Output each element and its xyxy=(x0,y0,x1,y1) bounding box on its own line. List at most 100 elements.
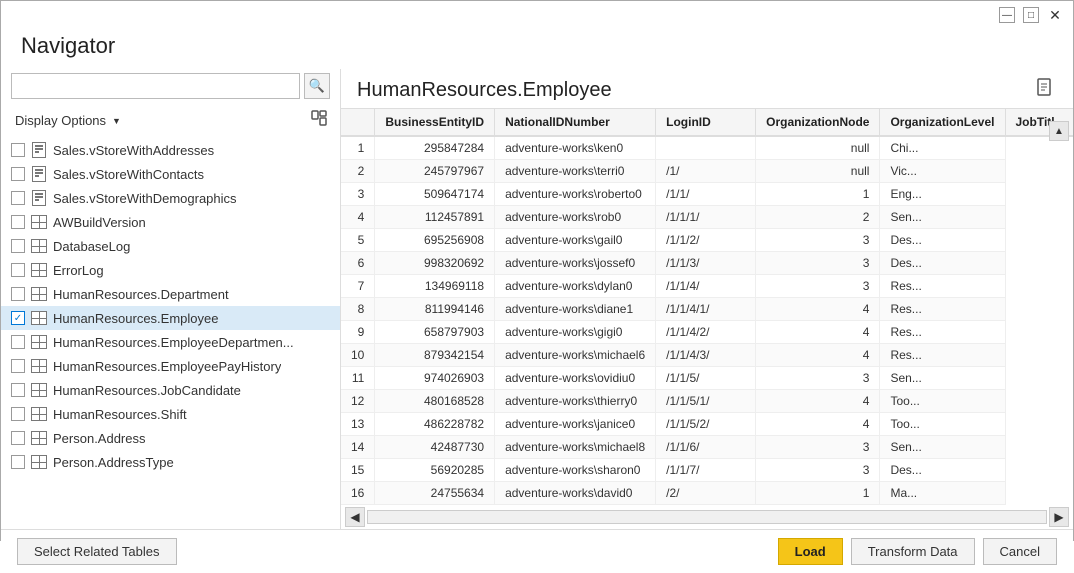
table-row: 4112457891adventure-works\rob0/1/1/1/2Se… xyxy=(341,206,1073,229)
table-cell: 4 xyxy=(756,344,880,367)
minimize-button[interactable]: — xyxy=(999,7,1015,23)
bottom-right: Load Transform Data Cancel xyxy=(778,538,1057,565)
nav-item-label: Sales.vStoreWithContacts xyxy=(53,167,204,182)
scroll-right-button[interactable]: ▶ xyxy=(1049,507,1069,527)
table-icon xyxy=(29,238,49,254)
nav-checkbox[interactable] xyxy=(11,455,25,469)
table-icon xyxy=(29,286,49,302)
table-row: 9658797903adventure-works\gigi0/1/1/4/2/… xyxy=(341,321,1073,344)
table-cell: adventure-works\ovidiu0 xyxy=(495,367,656,390)
display-options-button[interactable]: Display Options ▼ xyxy=(11,111,125,130)
table-cell: /1/1/4/ xyxy=(656,275,756,298)
table-cell: 9 xyxy=(341,321,375,344)
nav-checkbox[interactable] xyxy=(11,143,25,157)
select-related-button[interactable]: Select Related Tables xyxy=(17,538,177,565)
load-button[interactable]: Load xyxy=(778,538,843,565)
table-row: 7134969118adventure-works\dylan0/1/1/4/3… xyxy=(341,275,1073,298)
table-cell: 42487730 xyxy=(375,436,495,459)
nav-checkbox[interactable]: ✓ xyxy=(11,311,25,325)
nav-item-label: HumanResources.EmployeeDepartmen... xyxy=(53,335,294,350)
nav-item[interactable]: HumanResources.JobCandidate xyxy=(1,378,340,402)
scroll-track xyxy=(367,510,1047,524)
nav-checkbox[interactable] xyxy=(11,215,25,229)
table-cell: Too... xyxy=(880,413,1005,436)
nav-item[interactable]: ✓ HumanResources.Employee xyxy=(1,306,340,330)
table-cell: 3 xyxy=(756,275,880,298)
nav-item[interactable]: Person.AddressType xyxy=(1,450,340,474)
table-cell: 3 xyxy=(756,252,880,275)
table-cell: /1/1/4/3/ xyxy=(656,344,756,367)
nav-item-label: DatabaseLog xyxy=(53,239,130,254)
nav-item[interactable]: AWBuildVersion xyxy=(1,210,340,234)
table-cell: adventure-works\diane1 xyxy=(495,298,656,321)
table-cell: 1 xyxy=(341,136,375,160)
nav-checkbox[interactable] xyxy=(11,191,25,205)
table-cell: 7 xyxy=(341,275,375,298)
table-row: 2245797967adventure-works\terri0/1/nullV… xyxy=(341,160,1073,183)
table-cell: adventure-works\gail0 xyxy=(495,229,656,252)
table-cell xyxy=(656,136,756,160)
nav-item[interactable]: ErrorLog xyxy=(1,258,340,282)
scroll-left-button[interactable]: ◀ xyxy=(345,507,365,527)
table-cell: adventure-works\michael8 xyxy=(495,436,656,459)
bottom-left: Select Related Tables xyxy=(17,538,177,565)
table-cell: 14 xyxy=(341,436,375,459)
nav-checkbox[interactable] xyxy=(11,359,25,373)
nav-item[interactable]: HumanResources.Department xyxy=(1,282,340,306)
table-cell: 3 xyxy=(756,367,880,390)
search-button[interactable]: 🔍 xyxy=(304,73,330,99)
table-cell: Sen... xyxy=(880,367,1005,390)
table-row: 13486228782adventure-works\janice0/1/1/5… xyxy=(341,413,1073,436)
nav-item[interactable]: Sales.vStoreWithDemographics xyxy=(1,186,340,210)
table-row: 5695256908adventure-works\gail0/1/1/2/3D… xyxy=(341,229,1073,252)
nav-checkbox[interactable] xyxy=(11,431,25,445)
view-icon xyxy=(29,166,49,182)
table-cell: 811994146 xyxy=(375,298,495,321)
nav-item[interactable]: Sales.vStoreWithAddresses xyxy=(1,138,340,162)
table-cell: /1/1/7/ xyxy=(656,459,756,482)
nav-checkbox[interactable] xyxy=(11,407,25,421)
nav-item[interactable]: HumanResources.Shift xyxy=(1,402,340,426)
nav-item-label: Person.Address xyxy=(53,431,146,446)
table-cell: 5 xyxy=(341,229,375,252)
table-cell: 56920285 xyxy=(375,459,495,482)
nav-checkbox[interactable] xyxy=(11,335,25,349)
table-cell: /1/ xyxy=(656,160,756,183)
table-row: 1295847284adventure-works\ken0nullChi... xyxy=(341,136,1073,160)
display-options-row: Display Options ▼ xyxy=(1,103,340,138)
table-cell: /1/1/6/ xyxy=(656,436,756,459)
cancel-button[interactable]: Cancel xyxy=(983,538,1057,565)
table-cell: adventure-works\terri0 xyxy=(495,160,656,183)
nav-item[interactable]: HumanResources.EmployeePayHistory xyxy=(1,354,340,378)
table-container[interactable]: BusinessEntityIDNationalIDNumberLoginIDO… xyxy=(341,108,1073,505)
maximize-button[interactable]: □ xyxy=(1023,7,1039,23)
nav-checkbox[interactable] xyxy=(11,383,25,397)
table-cell: /1/1/4/1/ xyxy=(656,298,756,321)
table-cell: Des... xyxy=(880,229,1005,252)
nav-item[interactable]: HumanResources.EmployeeDepartmen... xyxy=(1,330,340,354)
nav-item[interactable]: Person.Address xyxy=(1,426,340,450)
table-cell: 4 xyxy=(341,206,375,229)
table-cell: adventure-works\gigi0 xyxy=(495,321,656,344)
refresh-button[interactable] xyxy=(308,107,330,134)
search-input[interactable] xyxy=(11,73,300,99)
table-cell: 112457891 xyxy=(375,206,495,229)
close-button[interactable]: ✕ xyxy=(1047,7,1063,23)
horizontal-scrollbar[interactable]: ◀ ▶ xyxy=(341,505,1073,529)
nav-item[interactable]: Sales.vStoreWithContacts xyxy=(1,162,340,186)
nav-checkbox[interactable] xyxy=(11,239,25,253)
nav-item[interactable]: DatabaseLog xyxy=(1,234,340,258)
bottom-bar: Select Related Tables Load Transform Dat… xyxy=(1,529,1073,573)
nav-item-label: HumanResources.Employee xyxy=(53,311,218,326)
table-row: 3509647174adventure-works\roberto0/1/1/1… xyxy=(341,183,1073,206)
nav-checkbox[interactable] xyxy=(11,287,25,301)
table-cell: /1/1/2/ xyxy=(656,229,756,252)
nav-checkbox[interactable] xyxy=(11,263,25,277)
table-cell: adventure-works\ken0 xyxy=(495,136,656,160)
table-cell: 295847284 xyxy=(375,136,495,160)
scroll-up-button[interactable]: ▲ xyxy=(1049,121,1069,141)
transform-data-button[interactable]: Transform Data xyxy=(851,538,975,565)
nav-checkbox[interactable] xyxy=(11,167,25,181)
nav-item-label: HumanResources.Department xyxy=(53,287,229,302)
table-row: 1442487730adventure-works\michael8/1/1/6… xyxy=(341,436,1073,459)
